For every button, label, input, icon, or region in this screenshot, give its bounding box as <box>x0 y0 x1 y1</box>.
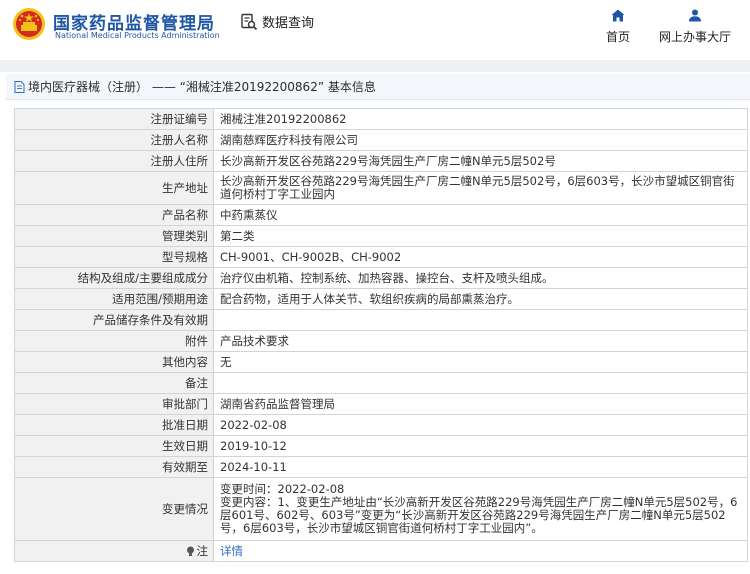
table-row: 审批部门 湖南省药品监督管理局 <box>15 394 747 415</box>
field-value: 2024-10-11 <box>220 459 287 474</box>
field-label: 注册人名称 <box>15 130 214 150</box>
field-value: 详情 <box>214 541 747 561</box>
field-label: 管理类别 <box>15 226 214 246</box>
site-header: 国家药品监督管理局 National Medical Products Admi… <box>0 0 750 60</box>
lightbulb-icon <box>186 546 194 556</box>
field-label: 其他内容 <box>15 352 214 372</box>
national-emblem-logo[interactable] <box>12 7 46 41</box>
field-value: 中药熏蒸仪 <box>220 207 278 222</box>
field-label: 附件 <box>15 331 214 351</box>
table-row: 注册人名称 湖南慈辉医疗科技有限公司 <box>15 130 747 151</box>
field-label: 产品储存条件及有效期 <box>15 310 214 330</box>
field-label: 审批部门 <box>15 394 214 414</box>
field-value: 湖南慈辉医疗科技有限公司 <box>220 132 358 147</box>
table-row: 备注 <box>15 373 747 394</box>
table-row: 附件 产品技术要求 <box>15 331 747 352</box>
table-row: 型号规格 CH-9001、CH-9002B、CH-9002 <box>15 247 747 268</box>
data-query-icon <box>241 13 258 30</box>
header-divider <box>0 60 750 72</box>
change-text: 变更时间：2022-02-08 变更内容：1、变更生产地址由“长沙高新开发区谷苑… <box>220 483 741 535</box>
table-row: 批准日期 2022-02-08 <box>15 415 747 436</box>
field-label: 注册人住所 <box>15 151 214 171</box>
field-value: 长沙高新开发区谷苑路229号海凭园生产厂房二幢N单元5层502号 <box>220 153 556 168</box>
table-row: 产品储存条件及有效期 <box>15 310 747 331</box>
breadcrumb-text: 境内医疗器械（注册） —— “湘械注准20192200862” 基本信息 <box>28 80 376 94</box>
table-row: 管理类别 第二类 <box>15 226 747 247</box>
field-value <box>214 310 747 330</box>
details-link[interactable]: 详情 <box>220 544 243 558</box>
field-value: 2022-02-08 <box>220 417 287 432</box>
field-label: 型号规格 <box>15 247 214 267</box>
table-row-note: 注 详情 <box>15 541 747 562</box>
field-label: 产品名称 <box>15 205 214 225</box>
table-row: 结构及组成/主要组成成分 治疗仪由机箱、控制系统、加热容器、操控台、支杆及喷头组… <box>15 268 747 289</box>
detail-table: 注册证编号 湘械注准20192200862 注册人名称 湖南慈辉医疗科技有限公司… <box>14 108 748 562</box>
nav-online-hall-label: 网上办事大厅 <box>658 30 731 44</box>
field-label-note: 注 <box>15 541 214 561</box>
field-value: 无 <box>220 354 232 369</box>
field-value: 第二类 <box>220 228 255 243</box>
document-icon <box>14 80 25 93</box>
field-label: 批准日期 <box>15 415 214 435</box>
note-label: 注 <box>196 544 209 558</box>
field-label: 有效期至 <box>15 457 214 477</box>
field-value: 湘械注准20192200862 <box>220 111 347 126</box>
table-row: 其他内容 无 <box>15 352 747 373</box>
change-time: 变更时间：2022-02-08 <box>220 482 345 496</box>
nav-home-label: 首页 <box>605 30 630 44</box>
nav-data-query[interactable]: 数据查询 <box>240 12 314 31</box>
nav-home[interactable]: 首页 <box>600 9 636 45</box>
field-value: 治疗仪由机箱、控制系统、加热容器、操控台、支杆及喷头组成。 <box>220 270 554 285</box>
field-value: CH-9001、CH-9002B、CH-9002 <box>220 249 402 264</box>
field-label: 注册证编号 <box>15 109 214 129</box>
table-row: 适用范围/预期用途 配合药物，适用于人体关节、软组织疾病的局部熏蒸治疗。 <box>15 289 747 310</box>
field-value <box>214 373 747 393</box>
field-label: 适用范围/预期用途 <box>15 289 214 309</box>
field-value: 2019-10-12 <box>220 438 287 453</box>
field-value-text: 长沙高新开发区谷苑路229号海凭园生产厂房二幢N单元5层502号，6层603号，… <box>220 174 735 201</box>
field-value: 变更时间：2022-02-08 变更内容：1、变更生产地址由“长沙高新开发区谷苑… <box>214 478 747 540</box>
breadcrumb: 境内医疗器械（注册） —— “湘械注准20192200862” 基本信息 <box>6 74 750 100</box>
table-row: 生效日期 2019-10-12 <box>15 436 747 457</box>
table-row: 生产地址 长沙高新开发区谷苑路229号海凭园生产厂房二幢N单元5层502号，6层… <box>15 172 747 205</box>
field-label: 备注 <box>15 373 214 393</box>
home-icon <box>611 9 625 22</box>
field-value: 产品技术要求 <box>220 333 289 348</box>
field-label: 生效日期 <box>15 436 214 456</box>
field-label: 生产地址 <box>15 172 214 204</box>
change-content: 变更内容：1、变更生产地址由“长沙高新开发区谷苑路229号海凭园生产厂房二幢N单… <box>220 495 738 535</box>
field-label: 结构及组成/主要组成成分 <box>15 268 214 288</box>
brand-subtitle: National Medical Products Administration <box>55 31 220 40</box>
table-row: 有效期至 2024-10-11 <box>15 457 747 478</box>
nav-online-hall[interactable]: 网上办事大厅 <box>654 9 736 45</box>
table-row: 产品名称 中药熏蒸仪 <box>15 205 747 226</box>
field-value: 配合药物，适用于人体关节、软组织疾病的局部熏蒸治疗。 <box>220 291 519 306</box>
field-value: 湖南省药品监督管理局 <box>220 396 335 411</box>
nav-data-query-label: 数据查询 <box>262 16 315 31</box>
table-row-change: 变更情况 变更时间：2022-02-08 变更内容：1、变更生产地址由“长沙高新… <box>15 478 747 541</box>
field-value: 长沙高新开发区谷苑路229号海凭园生产厂房二幢N单元5层502号，6层603号，… <box>214 172 747 204</box>
user-icon <box>689 9 701 22</box>
table-row: 注册人住所 长沙高新开发区谷苑路229号海凭园生产厂房二幢N单元5层502号 <box>15 151 747 172</box>
field-label: 变更情况 <box>15 478 214 540</box>
table-row: 注册证编号 湘械注准20192200862 <box>15 109 747 130</box>
